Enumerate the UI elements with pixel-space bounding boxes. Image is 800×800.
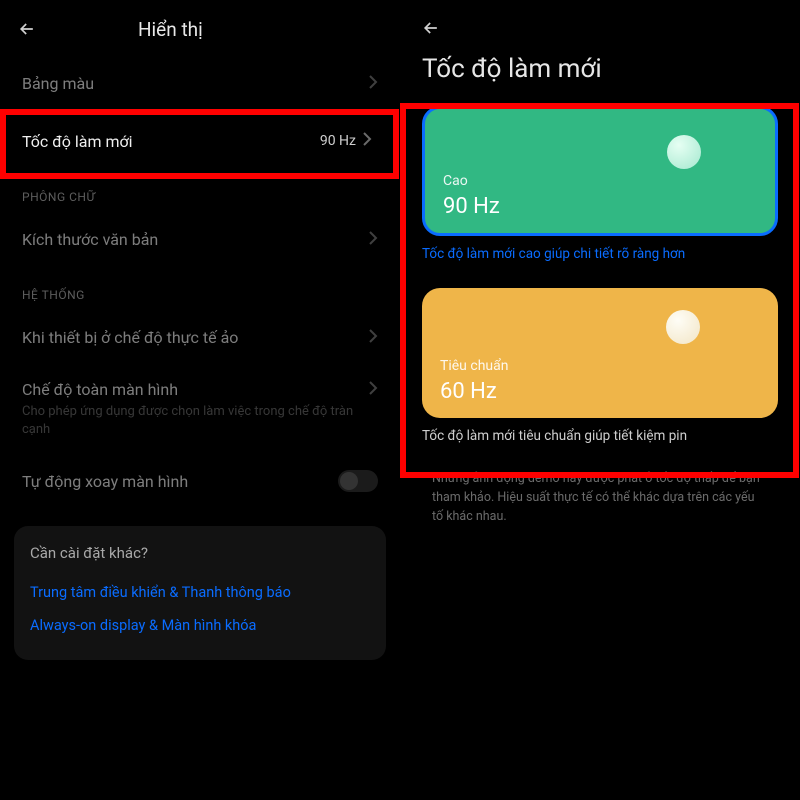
row-label: Kích thước văn bản bbox=[22, 230, 158, 249]
row-fullscreen-mode[interactable]: Chế độ toàn màn hình Cho phép ứng dụng đ… bbox=[0, 366, 400, 452]
row-label: Bảng màu bbox=[22, 74, 94, 93]
right-header bbox=[400, 0, 800, 48]
chevron-right-icon bbox=[368, 230, 378, 249]
left-header: Hiển thị bbox=[0, 0, 400, 54]
option-std-note: Tốc độ làm mới tiêu chuẩn giúp tiết kiệm… bbox=[422, 428, 778, 444]
other-settings-card: Cần cài đặt khác? Trung tâm điều khiển &… bbox=[14, 526, 386, 660]
chevron-right-icon bbox=[362, 132, 372, 150]
demo-disclaimer: Những ảnh động demo này được phát ở tốc … bbox=[432, 470, 768, 526]
chevron-right-icon bbox=[368, 74, 378, 93]
option-standard-60hz[interactable]: Tiêu chuẩn 60 Hz bbox=[422, 288, 778, 418]
section-system: HỆ THỐNG bbox=[0, 268, 400, 308]
link-control-center[interactable]: Trung tâm điều khiển & Thanh thông báo bbox=[30, 576, 370, 609]
chevron-right-icon bbox=[368, 380, 378, 399]
row-text-size[interactable]: Kích thước văn bản bbox=[0, 210, 400, 268]
other-card-title: Cần cài đặt khác? bbox=[30, 544, 370, 562]
section-font: PHÔNG CHỮ bbox=[0, 170, 400, 210]
display-settings-panel: Hiển thị Bảng màu Tốc độ làm mới 90 Hz P… bbox=[0, 0, 400, 800]
page-title: Hiển thị bbox=[138, 18, 203, 41]
page-title: Tốc độ làm mới bbox=[400, 48, 800, 98]
option-high-note: Tốc độ làm mới cao giúp chi tiết rõ ràng… bbox=[422, 246, 778, 262]
option-label: Cao bbox=[443, 173, 468, 189]
demo-ball-icon bbox=[666, 310, 700, 344]
row-value: 90 Hz bbox=[320, 132, 372, 150]
back-arrow-icon[interactable] bbox=[420, 17, 442, 39]
demo-ball-icon bbox=[667, 135, 701, 169]
chevron-right-icon bbox=[368, 328, 378, 347]
autorotate-toggle[interactable] bbox=[338, 470, 378, 492]
row-label: Khi thiết bị ở chế độ thực tế ảo bbox=[22, 328, 238, 347]
refresh-rate-value: 90 Hz bbox=[320, 133, 356, 149]
option-hz: 90 Hz bbox=[443, 194, 500, 219]
row-label: Tốc độ làm mới bbox=[22, 132, 133, 151]
option-high-90hz[interactable]: Cao 90 Hz bbox=[422, 106, 778, 236]
row-label: Tự động xoay màn hình bbox=[22, 472, 188, 491]
row-refresh-rate[interactable]: Tốc độ làm mới 90 Hz bbox=[0, 112, 400, 170]
row-color-scheme[interactable]: Bảng màu bbox=[0, 54, 400, 112]
refresh-rate-panel: Tốc độ làm mới Cao 90 Hz Tốc độ làm mới … bbox=[400, 0, 800, 800]
row-autorotate[interactable]: Tự động xoay màn hình bbox=[0, 452, 400, 510]
row-text: Chế độ toàn màn hình Cho phép ứng dụng đ… bbox=[22, 380, 368, 438]
option-hz: 60 Hz bbox=[440, 379, 497, 404]
back-arrow-icon[interactable] bbox=[16, 18, 38, 40]
row-label: Chế độ toàn màn hình bbox=[22, 380, 368, 399]
row-vr-mode[interactable]: Khi thiết bị ở chế độ thực tế ảo bbox=[0, 308, 400, 366]
option-label: Tiêu chuẩn bbox=[440, 358, 508, 374]
link-always-on-display[interactable]: Always-on display & Màn hình khóa bbox=[30, 609, 370, 642]
row-subtitle: Cho phép ứng dụng được chọn làm việc tro… bbox=[22, 403, 368, 438]
